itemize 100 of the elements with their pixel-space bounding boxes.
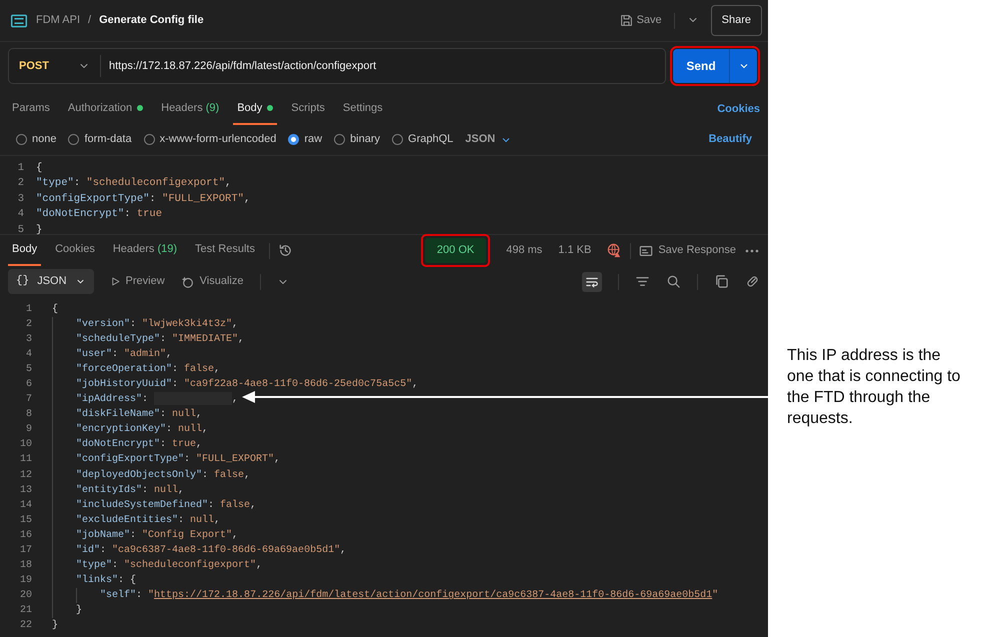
code-line: "type": "scheduleconfigexport",: [36, 176, 232, 191]
line-number: 1: [16, 160, 25, 176]
body-type-radio[interactable]: none: [16, 131, 56, 148]
code-line: "jobName": "Config Export",: [76, 528, 238, 543]
code-line: "jobHistoryUuid": "ca9f22a8-4ae8-11f0-86d6-25ed0c75a5c5",: [76, 378, 418, 392]
line-number: 19: [18, 574, 33, 588]
save-button[interactable]: Save: [616, 10, 666, 31]
line-number: 3: [24, 332, 33, 347]
request-tab[interactable]: Params: [8, 94, 54, 124]
line-number: 13: [18, 484, 33, 498]
code-line: "version": "lwjwek3ki4t3z",: [76, 318, 238, 332]
body-type-radio[interactable]: binary: [334, 131, 380, 148]
globe-warning-icon: [607, 243, 622, 258]
sparkle-icon: [180, 274, 195, 288]
search-icon[interactable]: [666, 274, 681, 289]
request-tab[interactable]: Headers (9): [157, 94, 224, 124]
code-line: "diskFileName": null,: [76, 408, 202, 422]
code-line: "links": {: [76, 574, 136, 588]
code-line: }: [76, 604, 82, 618]
code-line: }: [36, 222, 42, 238]
code-line: "doNotEncrypt": true: [36, 207, 162, 222]
line-number: 10: [18, 438, 33, 452]
line-number: 9: [24, 423, 33, 438]
history-icon[interactable]: [278, 243, 293, 258]
send-button[interactable]: Send: [673, 49, 729, 83]
wrap-lines-button[interactable]: [582, 272, 602, 292]
code-line: "configExportType": "FULL_EXPORT",: [36, 192, 250, 206]
line-number: 3: [16, 192, 25, 206]
code-line: "doNotEncrypt": true,: [76, 438, 202, 452]
filter-icon[interactable]: [635, 274, 650, 289]
line-number: 21: [18, 604, 33, 618]
line-number: 18: [18, 559, 33, 574]
request-tab[interactable]: Authorization: [64, 94, 148, 124]
line-number: 4: [24, 348, 33, 362]
collection-name[interactable]: FDM API: [36, 12, 80, 29]
breadcrumb-separator: /: [88, 13, 92, 28]
line-number: 2: [24, 318, 33, 332]
body-type-radio[interactable]: raw: [288, 131, 322, 148]
code-line: "configExportType": "FULL_EXPORT",: [76, 452, 280, 468]
line-number: 2: [16, 176, 25, 191]
save-response-button[interactable]: Save Response: [639, 242, 736, 259]
body-type-radio[interactable]: form-data: [68, 131, 132, 148]
visualize-button[interactable]: Visualize: [180, 273, 244, 290]
code-line: "forceOperation": false,: [76, 362, 220, 377]
code-line: "excludeEntities": null,: [76, 514, 220, 528]
body-format-dropdown[interactable]: JSON: [465, 131, 512, 148]
code-line: {: [36, 160, 42, 176]
code-line: "id": "ca9c6387-4ae8-11f0-86d6-69a69ae0b5d1",: [76, 544, 346, 558]
play-icon: [110, 276, 121, 287]
annotation-text: This IP address is the one that is connecting to the FTD through the requests.: [787, 346, 962, 429]
line-number: 11: [18, 453, 33, 468]
code-line: "ipAddress": ,: [76, 392, 238, 408]
response-tab[interactable]: Test Results: [191, 235, 259, 266]
response-format-dropdown[interactable]: {} JSON: [8, 269, 94, 294]
request-tab[interactable]: Body: [233, 94, 278, 124]
response-link[interactable]: https://172.18.87.226/api/fdm/latest/action/configexport/ca9c6387-4ae8-11f0-86d6-69a69ae0b5d1: [154, 590, 712, 602]
line-number: 5: [16, 222, 25, 238]
code-line: "encryptionKey": null,: [76, 422, 208, 438]
url-field[interactable]: https://172.18.87.226/api/fdm/latest/action/configexport: [101, 58, 376, 74]
line-number: 7: [24, 393, 33, 408]
code-line: "user": "admin",: [76, 348, 172, 362]
app-icon: [10, 12, 28, 30]
body-type-radio[interactable]: x-www-form-urlencoded: [144, 131, 276, 148]
code-line: "entityIds": null,: [76, 484, 184, 498]
copy-icon[interactable]: [714, 274, 729, 289]
line-number: 14: [18, 498, 33, 513]
response-tab[interactable]: Body: [8, 235, 42, 266]
line-number: 17: [18, 544, 33, 558]
save-icon: [620, 14, 633, 27]
line-number: 1: [24, 302, 33, 316]
code-line: "scheduleType": "IMMEDIATE",: [76, 332, 244, 347]
request-tab[interactable]: Scripts: [287, 94, 329, 124]
cookies-link[interactable]: Cookies: [717, 101, 760, 118]
code-line: "self": "https://172.18.87.226/api/fdm/latest/action/configexport/ca9c6387-4ae8-11f0-86d6-69a69ae0b5d1": [100, 588, 718, 604]
line-number: 4: [16, 207, 25, 222]
response-tab[interactable]: Cookies: [51, 235, 99, 266]
code-line: "type": "scheduleconfigexport",: [76, 558, 262, 574]
code-line: "includeSystemDefined": false,: [76, 498, 256, 513]
body-type-radio[interactable]: GraphQL: [392, 131, 454, 148]
response-time: 498 ms: [506, 243, 542, 258]
line-number: 20: [18, 589, 33, 604]
line-number: 22: [18, 619, 33, 634]
beautify-link[interactable]: Beautify: [708, 131, 752, 148]
line-number: 15: [18, 514, 33, 528]
status-badge: 200 OK: [424, 238, 486, 263]
line-number: 5: [24, 362, 33, 377]
preview-button[interactable]: Preview: [110, 273, 165, 290]
line-number: 6: [24, 378, 33, 392]
code-line: }: [52, 618, 58, 634]
code-line: {: [52, 302, 58, 316]
save-response-icon: [639, 244, 654, 258]
code-line: "deployedObjectsOnly": false,: [76, 468, 250, 483]
response-tab[interactable]: Headers (19): [108, 235, 182, 266]
line-number: 8: [24, 408, 33, 422]
line-number: 16: [18, 528, 33, 543]
request-tab[interactable]: Settings: [338, 94, 387, 124]
share-button[interactable]: Share: [710, 5, 762, 36]
line-number: 12: [18, 468, 33, 483]
method-dropdown[interactable]: POST: [9, 55, 101, 77]
response-size: 1.1 KB: [558, 243, 592, 258]
